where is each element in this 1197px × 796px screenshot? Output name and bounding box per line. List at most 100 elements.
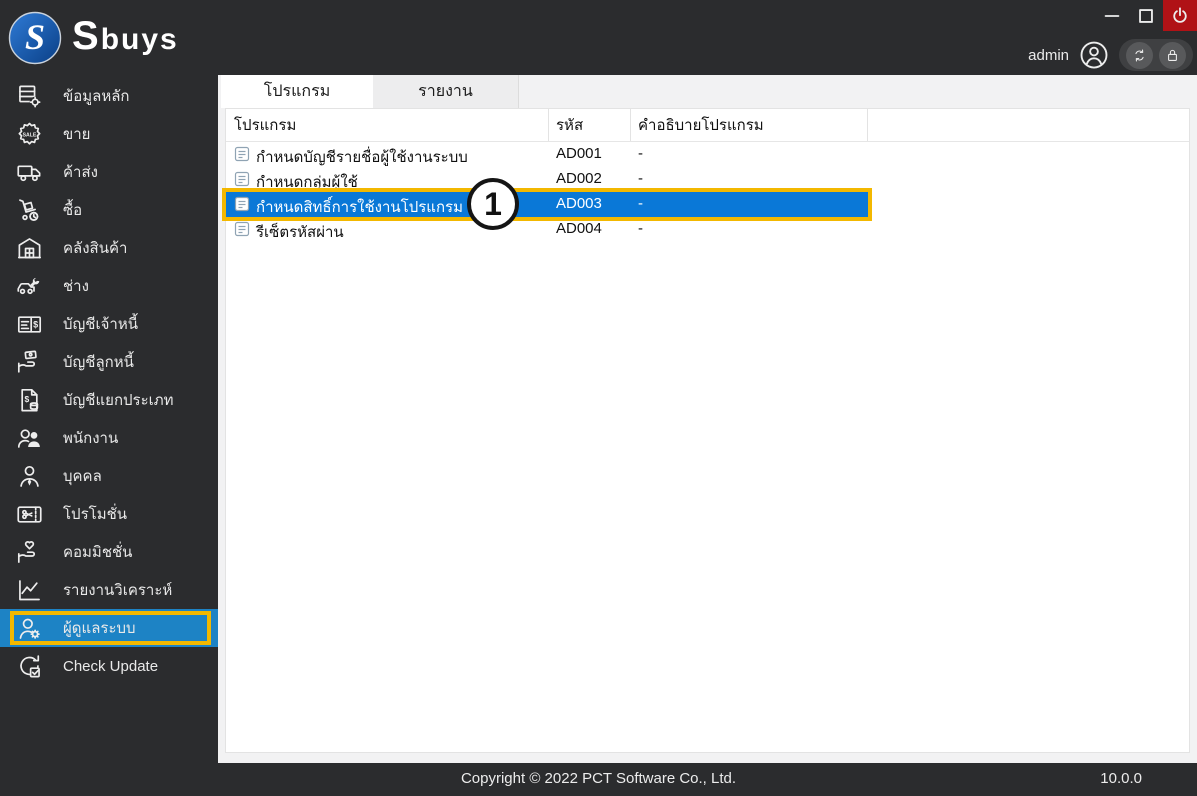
lock-button[interactable] — [1159, 41, 1187, 69]
minimize-icon — [1104, 14, 1120, 17]
table-header: โปรแกรม รหัส คำอธิบายโปรแกรม — [226, 109, 1189, 142]
main-content: โปรแกรม รายงาน โปรแกรม รหัส คำอธิบายโปรแ… — [218, 75, 1197, 763]
delivery-truck-icon — [16, 159, 43, 186]
sidebar-item-promotion[interactable]: โปรโมชั่น — [0, 495, 218, 533]
sidebar-item-purchase[interactable]: ซื้อ — [0, 191, 218, 229]
sidebar-item-label: โปรโมชั่น — [63, 506, 128, 523]
sidebar-item-label: บัญชีแยกประเภท — [63, 392, 174, 409]
svg-text:S: S — [25, 17, 45, 57]
sidebar-item-label: ซื้อ — [63, 202, 83, 219]
logged-in-user: admin — [1028, 46, 1069, 64]
sidebar-item-label: ช่าง — [63, 278, 89, 295]
window-controls — [1095, 0, 1197, 32]
program-name: รีเซ็ตรหัสผ่าน — [256, 224, 344, 241]
sidebar-item-analytics[interactable]: รายงานวิเคราะห์ — [0, 571, 218, 609]
maximize-icon — [1139, 8, 1153, 23]
sidebar-item-label: คลังสินค้า — [63, 240, 128, 257]
refresh-button[interactable] — [1125, 41, 1153, 69]
user-avatar-icon[interactable] — [1079, 40, 1109, 70]
power-button[interactable] — [1163, 0, 1197, 31]
copyright-text: Copyright © 2022 PCT Software Co., Ltd. — [460, 770, 737, 787]
program-description: - — [638, 220, 643, 237]
column-header-description: คำอธิบายโปรแกรม — [631, 109, 868, 141]
minimize-button[interactable] — [1095, 0, 1129, 31]
promotion-icon — [16, 501, 43, 528]
tab-program[interactable]: โปรแกรม — [221, 75, 373, 108]
app-logo: S Sbuys — [8, 9, 179, 67]
program-code: AD004 — [556, 220, 602, 237]
sidebar-item-general-ledger[interactable]: $ บัญชีแยกประเภท — [0, 381, 218, 419]
sidebar-nav: ข้อมูลหลัก SALE ขาย ค้าส่ง ซื้อ คลังสินค… — [0, 75, 218, 796]
table-row-selected[interactable]: กำหนดสิทธิ์การใช้งานโปรแกรม AD003 - — [226, 192, 868, 217]
step-annotation-circle: 1 — [467, 178, 519, 230]
sidebar-item-label: พนักงาน — [63, 430, 119, 447]
program-code: AD003 — [556, 195, 602, 212]
sidebar-item-master-data[interactable]: ข้อมูลหลัก — [0, 77, 218, 115]
sidebar-item-label: คอมมิชชั่น — [63, 544, 133, 561]
sidebar-item-accounts-receivable[interactable]: บัญชีลูกหนี้ — [0, 343, 218, 381]
status-bar: Copyright © 2022 PCT Software Co., Ltd. … — [0, 763, 1197, 796]
sidebar-item-label: รายงานวิเคราะห์ — [63, 582, 173, 599]
person-icon — [16, 463, 43, 490]
sidebar-item-sale[interactable]: SALE ขาย — [0, 115, 218, 153]
table-row[interactable]: รีเซ็ตรหัสผ่าน AD004 - — [226, 217, 1189, 242]
user-area: admin — [1028, 38, 1193, 72]
sidebar-item-person[interactable]: บุคคล — [0, 457, 218, 495]
app-title: Sbuys — [72, 14, 179, 58]
program-description: - — [638, 195, 643, 212]
sidebar-item-label: ค้าส่ง — [63, 164, 98, 181]
quick-actions — [1119, 39, 1193, 71]
sidebar-item-label: ขาย — [63, 126, 91, 143]
table-row[interactable]: กำหนดกลุ่มผู้ใช้ AD002 - — [226, 167, 1189, 192]
table-row[interactable]: กำหนดบัญชีรายชื่อผู้ใช้งานระบบ AD001 - — [226, 142, 1189, 167]
app-window: S Sbuys admin ข้อมูลหลัก SALE ขาย ค้าส่ง… — [0, 0, 1197, 796]
program-doc-icon — [234, 221, 250, 241]
program-name: กำหนดบัญชีรายชื่อผู้ใช้งานระบบ — [256, 149, 468, 166]
maximize-button[interactable] — [1129, 0, 1163, 31]
sale-icon: SALE — [16, 121, 43, 148]
sidebar-item-wholesale[interactable]: ค้าส่ง — [0, 153, 218, 191]
program-code: AD002 — [556, 170, 602, 187]
sidebar-item-label: บัญชีลูกหนี้ — [63, 354, 134, 371]
master-data-icon — [16, 83, 43, 110]
sidebar-item-accounts-payable[interactable]: $ บัญชีเจ้าหนี้ — [0, 305, 218, 343]
program-doc-icon — [234, 196, 250, 216]
column-header-program: โปรแกรม — [226, 109, 549, 141]
lock-icon — [1168, 49, 1178, 61]
admin-user-icon — [16, 615, 43, 642]
sidebar-item-label: ข้อมูลหลัก — [63, 88, 130, 105]
sidebar-item-admin[interactable]: ผู้ดูแลระบบ — [0, 609, 218, 647]
svg-text:SALE: SALE — [23, 132, 37, 138]
program-list-panel: โปรแกรม รหัส คำอธิบายโปรแกรม กำหนดบัญชีร… — [225, 108, 1190, 753]
program-name: กำหนดสิทธิ์การใช้งานโปรแกรม — [256, 199, 463, 216]
title-bar: S Sbuys admin — [0, 0, 1197, 75]
accounts-payable-icon: $ — [16, 311, 43, 338]
sidebar-item-employees[interactable]: พนักงาน — [0, 419, 218, 457]
sidebar-item-check-update[interactable]: Check Update — [0, 647, 218, 685]
program-name: กำหนดกลุ่มผู้ใช้ — [256, 174, 358, 191]
analytics-icon — [16, 577, 43, 604]
svg-text:$: $ — [24, 394, 29, 404]
tab-report[interactable]: รายงาน — [373, 75, 519, 108]
column-header-code: รหัส — [549, 109, 631, 141]
version-number: 10.0.0 — [1100, 770, 1142, 787]
program-code: AD001 — [556, 145, 602, 162]
program-doc-icon — [234, 171, 250, 191]
sidebar-item-label: บัญชีเจ้าหนี้ — [63, 316, 138, 333]
sidebar-item-warehouse[interactable]: คลังสินค้า — [0, 229, 218, 267]
refresh-icon — [1135, 48, 1144, 62]
power-icon — [1173, 6, 1187, 23]
sidebar-item-mechanic[interactable]: ช่าง — [0, 267, 218, 305]
sidebar-item-commission[interactable]: คอมมิชชั่น — [0, 533, 218, 571]
accounts-receivable-icon — [16, 349, 43, 376]
sbuys-logo-icon: S — [8, 11, 62, 65]
program-description: - — [638, 145, 643, 162]
commission-icon — [16, 539, 43, 566]
general-ledger-icon: $ — [16, 387, 43, 414]
check-update-icon — [16, 653, 43, 680]
program-doc-icon — [234, 146, 250, 166]
tab-bar: โปรแกรม รายงาน — [218, 75, 1197, 108]
warehouse-icon — [16, 235, 43, 262]
program-description: - — [638, 170, 643, 187]
sidebar-item-label: Check Update — [63, 657, 159, 675]
